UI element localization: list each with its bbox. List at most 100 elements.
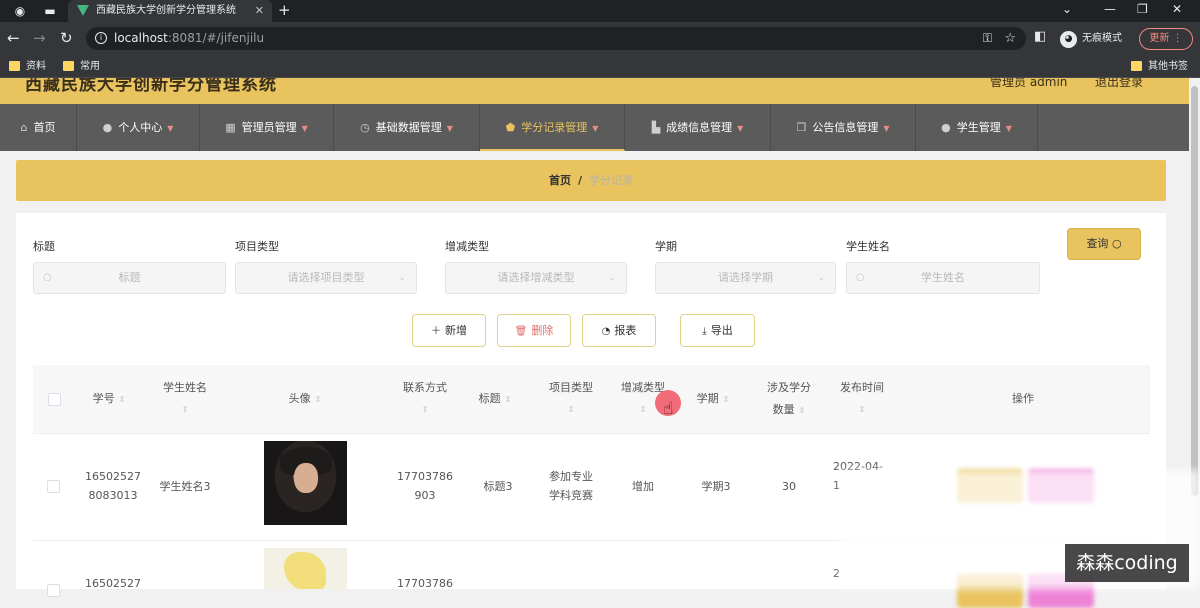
grid-icon: ▦ (225, 121, 236, 134)
student-name-input[interactable]: ○ 学生姓名 (846, 262, 1040, 294)
close-window-icon[interactable]: ✕ (1172, 0, 1182, 18)
caret-down-icon: ▼ (301, 124, 308, 133)
change-type-select[interactable]: 请选择增减类型 ⌄ (445, 262, 627, 294)
col-title[interactable]: 标题 ⇕ (468, 365, 522, 433)
url-bar[interactable]: i localhost:8081/#/jifenjilu ⚿ ☆ (86, 27, 1026, 50)
report-button[interactable]: ◔ 报表 (582, 314, 656, 347)
cell-title: 标题3 (483, 480, 513, 493)
bookmark-star-icon[interactable]: ☆ (1004, 27, 1016, 50)
col-project-type[interactable]: 项目类型 ⇕ (538, 365, 604, 433)
row-checkbox[interactable] (47, 480, 60, 493)
reload-icon[interactable]: ↻ (60, 29, 73, 47)
cell-text: 903 (414, 489, 436, 502)
tab-list-icon[interactable]: ▬ (42, 3, 58, 19)
row-divider (33, 433, 1150, 434)
restore-icon[interactable]: ❐ (1137, 0, 1148, 18)
cell-semester: 学期3 (701, 480, 731, 493)
export-button[interactable]: ⤓ 导出 (680, 314, 755, 347)
sort-icon[interactable]: ⇕ (505, 395, 512, 404)
caret-down-icon: ▼ (592, 124, 599, 133)
forward-icon[interactable]: → (33, 29, 46, 47)
logout-link[interactable]: 退出登录 (1095, 78, 1143, 90)
scrollbar-thumb[interactable] (1191, 86, 1198, 496)
nav-label: 首页 (33, 121, 56, 134)
sort-icon[interactable]: ⇕ (182, 399, 189, 421)
cell-text: 8083013 (88, 489, 138, 502)
col-student-name[interactable]: 学生姓名 ⇕ (152, 365, 218, 433)
bookmark-folder-2[interactable]: 常用 (63, 59, 100, 74)
sort-icon[interactable]: ⇕ (422, 399, 429, 421)
back-icon[interactable]: ← (7, 29, 20, 47)
side-panel-icon[interactable]: ◧ (1034, 29, 1046, 44)
sort-icon[interactable]: ⇕ (568, 399, 575, 421)
info-icon[interactable]: i (95, 32, 107, 44)
title-search-input[interactable]: ○ 标题 (33, 262, 226, 294)
col-student-no[interactable]: 学号 ⇕ (78, 365, 140, 433)
caret-down-icon: ▼ (883, 124, 890, 133)
col-publish-time[interactable]: 发布时间 ⇕ (830, 365, 894, 433)
col-avatar[interactable]: 头像 ⇕ (260, 365, 350, 433)
col-contact[interactable]: 联系方式 ⇕ (390, 365, 460, 433)
globe-icon[interactable]: ◉ (12, 3, 28, 19)
other-bookmarks[interactable]: 其他书签 (1131, 59, 1188, 74)
bookmark-folder-1[interactable]: 资料 (9, 59, 46, 74)
incognito-indicator[interactable]: ◕ 无痕模式 (1060, 29, 1122, 49)
new-tab-icon[interactable]: + (278, 0, 291, 20)
project-type-select[interactable]: 请选择项目类型 ⌄ (235, 262, 417, 294)
header-label: 头像 (288, 391, 311, 405)
shield-icon: ⬟ (505, 121, 516, 134)
nav-item-announcements[interactable]: ❐ 公告信息管理 ▼ (771, 104, 916, 151)
filter-semester-label: 学期 (655, 240, 677, 253)
header-label: 学生姓名 (163, 381, 207, 394)
minimize-icon[interactable]: — (1104, 0, 1116, 18)
close-tab-icon[interactable]: ✕ (255, 0, 264, 22)
sort-icon[interactable]: ⇕ (315, 395, 322, 404)
copy-icon: ❐ (796, 121, 807, 134)
nav-item-base-data[interactable]: ◷ 基础数据管理 ▼ (334, 104, 480, 151)
hand-cursor-icon: ☝ (663, 399, 674, 419)
address-toolbar: ← → ↻ i localhost:8081/#/jifenjilu ⚿ ☆ ◧ (0, 22, 1200, 55)
header-label: 联系方式 (403, 381, 447, 394)
nav-label: 学分记录管理 (521, 121, 588, 134)
sort-icon[interactable]: ⇕ (799, 406, 806, 415)
update-button[interactable]: 更新 ⋮ (1139, 28, 1193, 50)
delete-button[interactable]: 🗑 删除 (497, 314, 571, 347)
browser-tab[interactable]: 西藏民族大学创新学分管理系统 ✕ (68, 0, 272, 22)
select-all-checkbox[interactable] (48, 393, 61, 406)
query-button[interactable]: 查询 ○ (1067, 228, 1141, 260)
col-semester[interactable]: 学期 ⇕ (686, 365, 740, 433)
placeholder: 标题 (118, 271, 141, 284)
cell-contact: 17703786 903 (390, 467, 460, 505)
nav-item-students[interactable]: ● 学生管理 ▼ (916, 104, 1038, 151)
url-path: :8081/#/jifenjilu (167, 31, 265, 45)
tab-title: 西藏民族大学创新学分管理系统 (96, 5, 236, 16)
breadcrumb: 首页 / 学分记录 (16, 160, 1166, 201)
main-nav: ⌂ 首页 ● 个人中心 ▼ ▦ 管理员管理 ▼ ◷ 基础数据管理 ▼ ⬟ 学分记录管理 ▼ ▙ 成绩… (0, 104, 1189, 151)
add-button[interactable]: ＋ 新增 (412, 314, 486, 347)
cell-student-no: 16502527 8083013 (78, 467, 148, 505)
incognito-icon: ◕ (1060, 31, 1077, 48)
sort-icon[interactable]: ⇕ (640, 399, 647, 421)
sort-icon[interactable]: ⇕ (723, 395, 730, 404)
nav-item-home[interactable]: ⌂ 首页 (0, 104, 77, 151)
chevron-down-icon[interactable]: ⌄ (1062, 0, 1072, 18)
sort-icon[interactable]: ⇕ (119, 395, 126, 404)
vue-logo-icon (77, 5, 89, 16)
breadcrumb-home[interactable]: 首页 (549, 174, 571, 187)
filter-title-label: 标题 (33, 240, 55, 253)
search-icon: ○ (1111, 237, 1122, 250)
nav-item-profile[interactable]: ● 个人中心 ▼ (77, 104, 200, 151)
nav-item-admin[interactable]: ▦ 管理员管理 ▼ (200, 104, 334, 151)
row-checkbox[interactable] (47, 584, 60, 597)
nav-label: 学生管理 (956, 121, 1001, 134)
col-credits[interactable]: 涉及学分 数量 ⇕ (756, 365, 822, 433)
header-label: 操作 (1012, 392, 1034, 405)
sort-icon[interactable]: ⇕ (859, 399, 866, 421)
semester-select[interactable]: 请选择学期 ⌄ (655, 262, 836, 294)
nav-item-scores[interactable]: ▙ 成绩信息管理 ▼ (625, 104, 771, 151)
add-label: 新增 (445, 324, 467, 337)
search-icon: ○ (856, 272, 865, 283)
nav-label: 基础数据管理 (375, 121, 442, 134)
key-icon[interactable]: ⚿ (983, 27, 992, 50)
nav-item-credit-records[interactable]: ⬟ 学分记录管理 ▼ (480, 104, 625, 151)
